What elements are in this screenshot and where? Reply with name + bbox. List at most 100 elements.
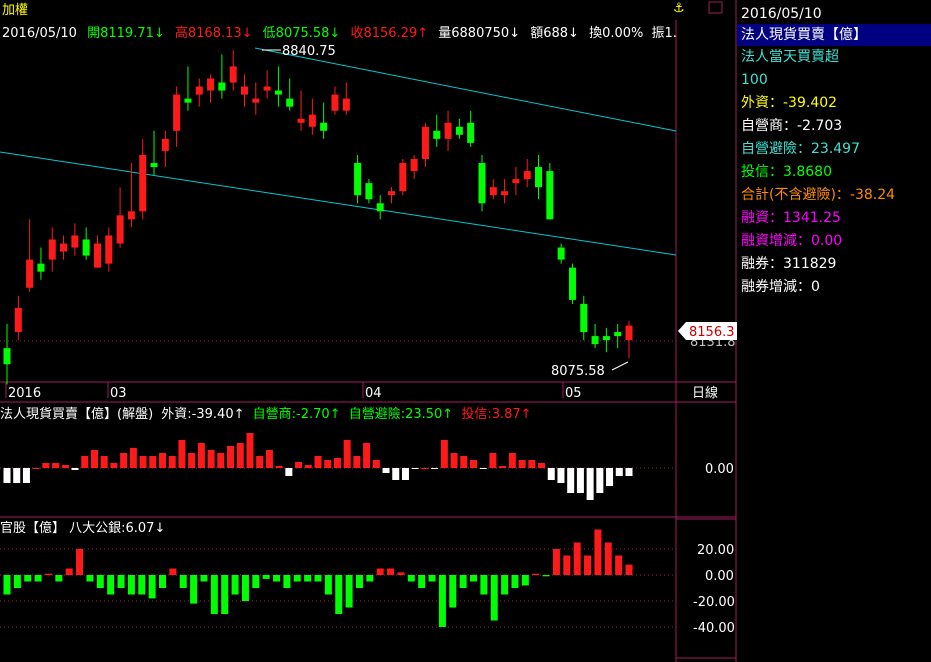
gov-axis-neg20: -20.00 xyxy=(693,595,735,610)
institutional-bar xyxy=(411,468,419,469)
gov-bank-bar xyxy=(179,575,187,588)
gov-bank-bar xyxy=(407,575,415,582)
gov-axis-20: 20.00 xyxy=(697,543,734,558)
institutional-bars xyxy=(3,433,633,500)
institutional-bar xyxy=(129,448,137,468)
institutional-bar xyxy=(324,460,332,468)
institutional-bar xyxy=(246,433,254,468)
candle-body xyxy=(614,332,622,337)
institutional-bar xyxy=(586,468,594,500)
quote-turnover: 換0.00% xyxy=(589,26,643,41)
institutional-bar xyxy=(139,456,147,468)
candle-body xyxy=(184,98,192,103)
gov-bank-bar xyxy=(594,529,602,575)
institutional-bar xyxy=(538,463,546,468)
gov-bank-bar xyxy=(262,575,270,579)
x-label-03: 03 xyxy=(110,386,127,401)
chart-title: 加權 xyxy=(2,3,28,18)
gov-bank-bar xyxy=(24,575,32,582)
institutional-bar xyxy=(207,450,215,468)
candle-body xyxy=(433,130,441,139)
inst-axis-zero: 0.00 xyxy=(705,462,734,477)
institutional-bar xyxy=(557,468,565,483)
institutional-bar xyxy=(431,468,439,469)
candle-body xyxy=(501,191,509,196)
gov-bank-bar xyxy=(252,575,260,588)
gov-bank-bar xyxy=(376,568,384,575)
institutional-bar xyxy=(499,466,507,468)
gov-bank-bar xyxy=(521,575,529,586)
institutional-bar xyxy=(596,468,604,493)
institutional-bar xyxy=(120,453,128,468)
x-label-05: 05 xyxy=(565,386,582,401)
candle-body xyxy=(139,154,147,212)
institutional-bar xyxy=(363,443,371,468)
candle-body xyxy=(161,138,169,151)
candle-body xyxy=(365,183,373,200)
institutional-bar xyxy=(90,450,98,468)
sidebar-margin-change: 融資增減：0.00 xyxy=(741,233,843,249)
anchor-icon[interactable]: ⚓ xyxy=(673,1,685,16)
sidebar-dealer: 自營商：-2.703 xyxy=(741,118,843,134)
candle-body xyxy=(82,239,90,256)
gov-bank-bar xyxy=(34,575,42,582)
candle-body xyxy=(218,82,226,91)
institutional-bar xyxy=(188,453,196,468)
svg-text:8156.3: 8156.3 xyxy=(689,325,735,340)
candle-body xyxy=(308,114,316,127)
institutional-bar xyxy=(518,460,526,468)
gov-bank-bar xyxy=(438,575,446,627)
current-price-tag: 8156.3 xyxy=(678,322,737,340)
candle-body xyxy=(320,122,328,131)
institutional-bar xyxy=(110,463,118,468)
gov-bank-bar xyxy=(449,575,457,608)
gov-bank-bar xyxy=(604,542,612,575)
institutional-bar xyxy=(304,465,312,468)
quote-close: 收8156.29↑ xyxy=(350,26,428,41)
institutional-bar xyxy=(52,463,60,468)
gov-bank-bar xyxy=(387,568,395,575)
sidebar-item-selected[interactable]: 法人現貨買賣【億】 xyxy=(737,24,931,46)
inst-foreign: 外資:-39.40↑ xyxy=(161,407,244,422)
institutional-bar xyxy=(159,453,166,468)
sidebar-total: 合計(不含避險)：-38.24 xyxy=(741,187,896,203)
gov-bank-bar xyxy=(190,575,198,604)
trough-label: 8075.58 xyxy=(551,364,605,379)
gov-bank-bar xyxy=(159,575,166,588)
gov-bank-bar xyxy=(221,575,229,614)
institutional-bar xyxy=(217,453,225,468)
candle-body xyxy=(602,336,610,341)
x-ticks xyxy=(5,382,564,398)
period-selector[interactable]: 日線 xyxy=(692,385,718,401)
gov-bank-bar xyxy=(293,575,301,582)
gov-bank-bar xyxy=(65,568,73,575)
institutional-bar xyxy=(314,456,322,468)
gov-bank-bar xyxy=(501,575,509,595)
candle-body xyxy=(93,243,101,268)
window-restore-button[interactable] xyxy=(708,1,723,14)
inst-dealer-hedge: 自營避險:23.50↑ xyxy=(349,407,454,422)
institutional-bar xyxy=(333,458,341,468)
gov-bank-bar xyxy=(418,575,426,588)
candle-body xyxy=(14,307,22,333)
institutional-bar xyxy=(576,468,584,493)
candle-body xyxy=(546,171,554,220)
candle-body xyxy=(252,98,260,103)
candle-body xyxy=(37,263,45,272)
candle-body xyxy=(580,303,588,333)
sidebar-margin: 融資：1341.25 xyxy=(741,210,841,226)
gov-bank-bar xyxy=(148,575,156,599)
gov-bank-bar xyxy=(44,573,52,575)
gov-bank-bar xyxy=(324,575,332,595)
candle-body xyxy=(60,243,68,252)
candle-body xyxy=(455,126,463,135)
info-sidebar: 2016/05/10 法人現貨買賣【億】 法人當天買賣超 100 外資：-39.… xyxy=(737,0,931,662)
quote-line: 2016/05/10 開8119.71↓ 高8168.13↓ 低8075.58↓… xyxy=(2,25,677,41)
institutional-bar xyxy=(3,468,11,483)
gov-bank-bar xyxy=(552,549,560,575)
quote-volume: 量6880750↓ xyxy=(438,26,520,41)
candle-body xyxy=(557,247,565,260)
gov-bank-bar xyxy=(127,575,135,595)
candle-body xyxy=(478,163,486,204)
institutional-bar xyxy=(392,468,400,480)
